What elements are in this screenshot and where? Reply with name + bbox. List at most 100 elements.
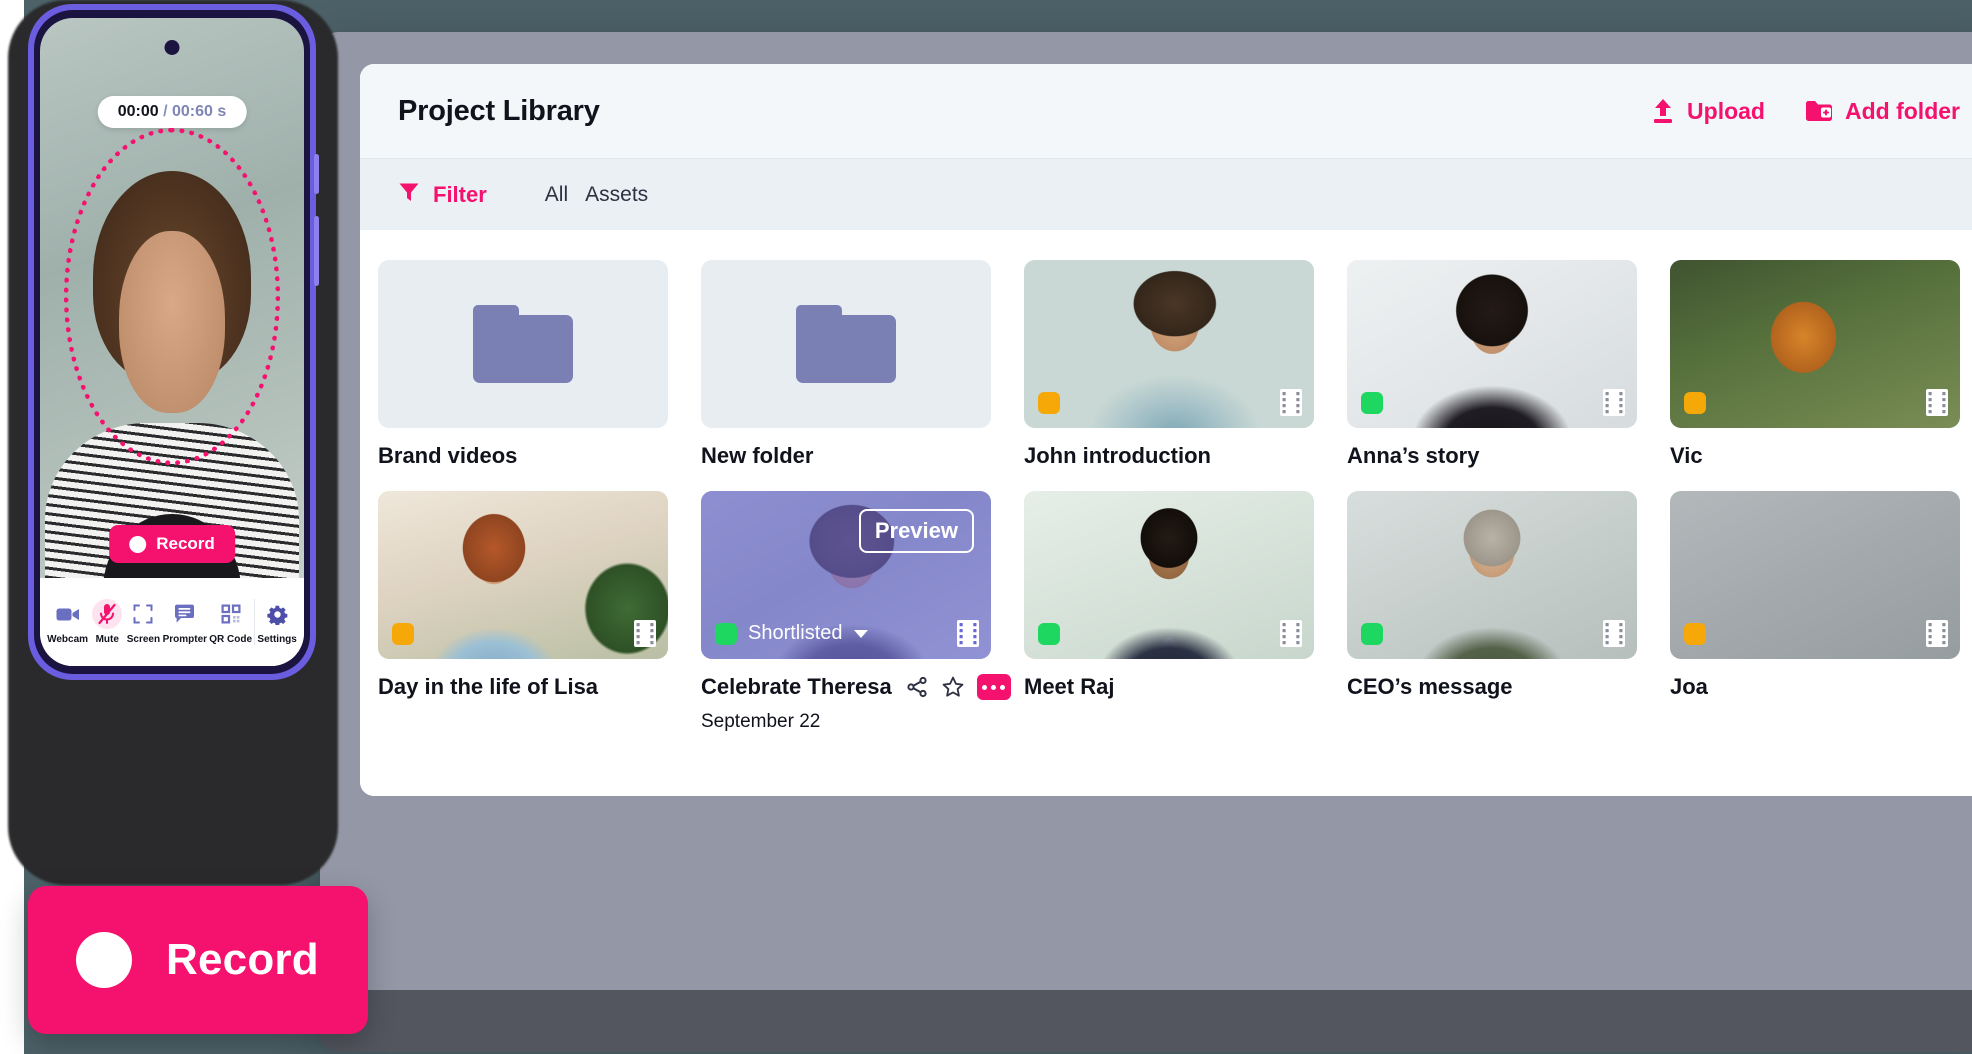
folder-thumbnail[interactable] bbox=[701, 260, 991, 428]
tool-webcam[interactable]: Webcam bbox=[47, 599, 88, 645]
phone-bezel: 00:00 / 00:60 s Record bbox=[34, 10, 310, 674]
list-item-date: September 22 bbox=[701, 711, 991, 733]
video-thumbnail[interactable] bbox=[1024, 260, 1314, 428]
filter-button[interactable]: Filter bbox=[398, 181, 487, 209]
share-icon[interactable] bbox=[905, 675, 929, 699]
tool-prompter[interactable]: Prompter bbox=[163, 599, 207, 645]
thumbnail-photo bbox=[1670, 491, 1960, 659]
recording-timer: 00:00 / 00:60 s bbox=[98, 96, 247, 128]
list-item[interactable]: Vic bbox=[1670, 260, 1960, 469]
more-horizontal-icon[interactable] bbox=[977, 674, 1011, 700]
video-thumbnail[interactable] bbox=[1347, 491, 1637, 659]
microphone-off-icon bbox=[92, 599, 122, 629]
page-title: Project Library bbox=[398, 95, 600, 128]
film-strip-icon bbox=[1926, 620, 1948, 647]
list-item[interactable]: Day in the life of Lisa bbox=[378, 491, 668, 733]
upload-button[interactable]: Upload bbox=[1651, 98, 1765, 125]
phone-volume-button bbox=[314, 154, 319, 194]
phone-mockup: 00:00 / 00:60 s Record bbox=[28, 4, 316, 680]
chevron-down-icon bbox=[854, 630, 868, 638]
list-item-title: Vic bbox=[1670, 443, 1703, 469]
phone-power-button bbox=[314, 216, 319, 286]
tool-mute-label: Mute bbox=[96, 634, 119, 645]
folder-thumbnail[interactable] bbox=[378, 260, 668, 428]
face-alignment-guide bbox=[64, 128, 280, 465]
shortlist-dropdown[interactable]: Shortlisted bbox=[715, 622, 868, 645]
folder-icon bbox=[796, 305, 896, 383]
phone-record-button[interactable]: Record bbox=[109, 525, 235, 563]
record-dot-icon bbox=[76, 932, 132, 988]
video-thumbnail[interactable] bbox=[1670, 260, 1960, 428]
filter-bar: Filter All Assets bbox=[360, 158, 1972, 230]
video-camera-icon bbox=[53, 599, 83, 629]
tool-screen[interactable]: Screen bbox=[126, 599, 160, 645]
preview-button[interactable]: Preview bbox=[859, 509, 974, 553]
tool-settings-label: Settings bbox=[257, 634, 296, 645]
list-item[interactable]: Anna’s story bbox=[1347, 260, 1637, 469]
film-strip-icon bbox=[1926, 389, 1948, 416]
thumbnail-photo-subject bbox=[1347, 491, 1637, 659]
thumbnail-photo-subject bbox=[1347, 260, 1637, 428]
tool-mute[interactable]: Mute bbox=[90, 599, 124, 645]
video-thumbnail[interactable] bbox=[1024, 491, 1314, 659]
tool-qr-code-label: QR Code bbox=[209, 634, 252, 645]
list-item-title: New folder bbox=[701, 443, 813, 469]
record-cta-label: Record bbox=[166, 935, 319, 985]
film-strip-icon bbox=[1603, 389, 1625, 416]
status-badge bbox=[1038, 623, 1060, 645]
video-thumbnail[interactable]: Preview Shortlisted bbox=[701, 491, 991, 659]
video-thumbnail[interactable] bbox=[378, 491, 668, 659]
list-item-title: Joa bbox=[1670, 674, 1708, 700]
status-badge bbox=[1361, 392, 1383, 414]
tab-assets[interactable]: Assets bbox=[585, 183, 648, 207]
tab-all[interactable]: All bbox=[545, 183, 568, 207]
list-item[interactable]: Brand videos bbox=[378, 260, 668, 469]
library-grid: Brand videos New folder bbox=[360, 260, 1972, 733]
library-header: Project Library Upload bbox=[360, 64, 1972, 158]
screenshot-root: Project Library Upload bbox=[0, 0, 1972, 1054]
video-thumbnail[interactable] bbox=[1347, 260, 1637, 428]
status-badge bbox=[1684, 392, 1706, 414]
list-item[interactable]: CEO’s message bbox=[1347, 491, 1637, 733]
film-strip-icon bbox=[1280, 389, 1302, 416]
record-dot-icon bbox=[129, 536, 146, 553]
record-cta-button[interactable]: Record bbox=[28, 886, 368, 1034]
list-item[interactable]: New folder bbox=[701, 260, 991, 469]
star-outline-icon[interactable] bbox=[941, 675, 965, 699]
thumbnail-photo-subject bbox=[1024, 260, 1314, 428]
list-item-selected[interactable]: Preview Shortlisted bbox=[701, 491, 991, 733]
qr-code-icon bbox=[216, 599, 246, 629]
timer-separator: / bbox=[163, 103, 167, 120]
tool-prompter-label: Prompter bbox=[163, 634, 207, 645]
library-grid-area: Brand videos New folder bbox=[360, 230, 1972, 796]
add-folder-button-label: Add folder bbox=[1845, 98, 1960, 125]
film-strip-icon bbox=[634, 620, 656, 647]
toolbar-divider bbox=[254, 599, 255, 645]
phone-record-label: Record bbox=[156, 534, 215, 554]
list-item-title: CEO’s message bbox=[1347, 674, 1513, 700]
shortlist-label: Shortlisted bbox=[748, 622, 843, 645]
status-badge bbox=[1361, 623, 1383, 645]
list-item[interactable]: Joa bbox=[1670, 491, 1960, 733]
phone-screen: 00:00 / 00:60 s Record bbox=[40, 18, 304, 666]
video-thumbnail[interactable] bbox=[1670, 491, 1960, 659]
list-item-title: Day in the life of Lisa bbox=[378, 674, 598, 700]
asset-scope-tabs: All Assets bbox=[545, 183, 648, 207]
tool-qr-code[interactable]: QR Code bbox=[209, 599, 252, 645]
tool-settings[interactable]: Settings bbox=[257, 599, 296, 645]
list-item-actions bbox=[905, 674, 1011, 700]
list-item[interactable]: John introduction bbox=[1024, 260, 1314, 469]
status-badge bbox=[715, 623, 737, 645]
list-item[interactable]: Meet Raj bbox=[1024, 491, 1314, 733]
status-badge bbox=[392, 623, 414, 645]
header-actions: Upload Add folder bbox=[1651, 98, 1960, 125]
film-strip-icon bbox=[1603, 620, 1625, 647]
front-camera-icon bbox=[165, 40, 180, 55]
folder-plus-icon bbox=[1805, 99, 1833, 123]
list-item-title: Celebrate Theresa bbox=[701, 674, 892, 700]
list-item-title: Anna’s story bbox=[1347, 443, 1479, 469]
add-folder-button[interactable]: Add folder bbox=[1805, 98, 1960, 125]
folder-icon bbox=[473, 305, 573, 383]
status-badge bbox=[1038, 392, 1060, 414]
list-item-title: Brand videos bbox=[378, 443, 517, 469]
